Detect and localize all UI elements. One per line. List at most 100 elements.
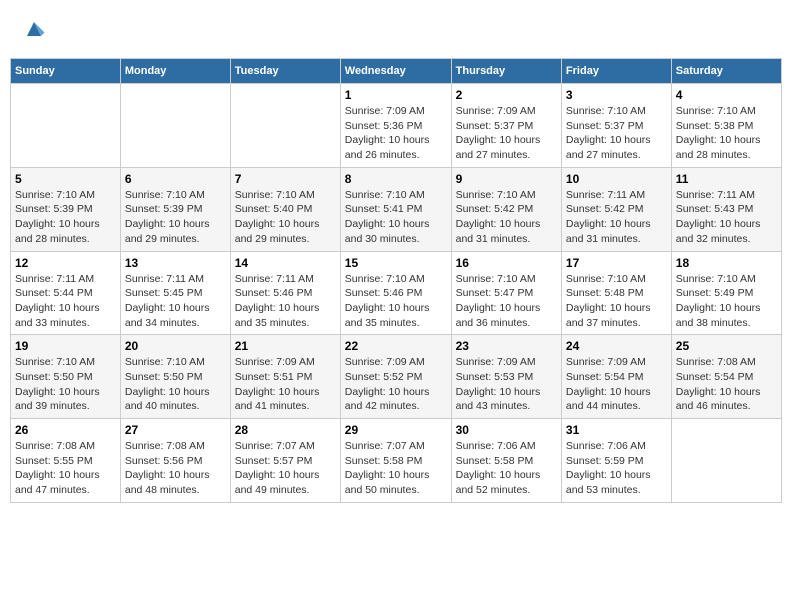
- day-number: 15: [345, 256, 447, 270]
- day-number: 26: [15, 423, 116, 437]
- calendar-cell: 21 Sunrise: 7:09 AM Sunset: 5:51 PM Dayli…: [230, 335, 340, 419]
- day-info: Sunrise: 7:09 AM Sunset: 5:54 PM Dayligh…: [566, 355, 667, 414]
- week-row-5: 26 Sunrise: 7:08 AM Sunset: 5:55 PM Dayli…: [11, 419, 782, 503]
- day-info: Sunrise: 7:09 AM Sunset: 5:51 PM Dayligh…: [235, 355, 336, 414]
- calendar-cell: 4 Sunrise: 7:10 AM Sunset: 5:38 PM Daylig…: [671, 84, 781, 168]
- day-info: Sunrise: 7:11 AM Sunset: 5:42 PM Dayligh…: [566, 188, 667, 247]
- day-number: 2: [456, 88, 557, 102]
- day-info: Sunrise: 7:10 AM Sunset: 5:39 PM Dayligh…: [125, 188, 226, 247]
- day-info: Sunrise: 7:06 AM Sunset: 5:58 PM Dayligh…: [456, 439, 557, 498]
- day-info: Sunrise: 7:11 AM Sunset: 5:46 PM Dayligh…: [235, 272, 336, 331]
- calendar-cell: 24 Sunrise: 7:09 AM Sunset: 5:54 PM Dayli…: [561, 335, 671, 419]
- day-number: 4: [676, 88, 777, 102]
- calendar-cell: 28 Sunrise: 7:07 AM Sunset: 5:57 PM Dayli…: [230, 419, 340, 503]
- calendar-cell: 17Sunrise: 7:10 AM Sunset: 5:48 PM Dayli…: [561, 251, 671, 335]
- calendar-cell: [671, 419, 781, 503]
- day-info: Sunrise: 7:07 AM Sunset: 5:57 PM Dayligh…: [235, 439, 336, 498]
- calendar-header-row: SundayMondayTuesdayWednesdayThursdayFrid…: [11, 59, 782, 84]
- day-info: Sunrise: 7:07 AM Sunset: 5:58 PM Dayligh…: [345, 439, 447, 498]
- day-number: 30: [456, 423, 557, 437]
- header-friday: Friday: [561, 59, 671, 84]
- day-number: 27: [125, 423, 226, 437]
- day-info: Sunrise: 7:10 AM Sunset: 5:41 PM Dayligh…: [345, 188, 447, 247]
- header-monday: Monday: [120, 59, 230, 84]
- day-number: 3: [566, 88, 667, 102]
- day-number: 12: [15, 256, 116, 270]
- day-info: Sunrise: 7:08 AM Sunset: 5:54 PM Dayligh…: [676, 355, 777, 414]
- logo: [20, 15, 52, 43]
- day-info: Sunrise: 7:10 AM Sunset: 5:49 PM Dayligh…: [676, 272, 777, 331]
- day-info: Sunrise: 7:10 AM Sunset: 5:47 PM Dayligh…: [456, 272, 557, 331]
- day-number: 16: [456, 256, 557, 270]
- calendar-cell: 30 Sunrise: 7:06 AM Sunset: 5:58 PM Dayli…: [451, 419, 561, 503]
- calendar-cell: 14 Sunrise: 7:11 AM Sunset: 5:46 PM Dayli…: [230, 251, 340, 335]
- calendar-cell: 18 Sunrise: 7:10 AM Sunset: 5:49 PM Dayli…: [671, 251, 781, 335]
- calendar-cell: [11, 84, 121, 168]
- calendar-cell: 11 Sunrise: 7:11 AM Sunset: 5:43 PM Dayli…: [671, 167, 781, 251]
- day-info: Sunrise: 7:09 AM Sunset: 5:52 PM Dayligh…: [345, 355, 447, 414]
- day-number: 21: [235, 339, 336, 353]
- calendar-cell: [230, 84, 340, 168]
- calendar-cell: 15 Sunrise: 7:10 AM Sunset: 5:46 PM Dayli…: [340, 251, 451, 335]
- day-number: 25: [676, 339, 777, 353]
- header-wednesday: Wednesday: [340, 59, 451, 84]
- day-number: 18: [676, 256, 777, 270]
- day-info: Sunrise: 7:08 AM Sunset: 5:55 PM Dayligh…: [15, 439, 116, 498]
- calendar-cell: 5Sunrise: 7:10 AM Sunset: 5:39 PM Daylig…: [11, 167, 121, 251]
- calendar-cell: 20Sunrise: 7:10 AM Sunset: 5:50 PM Dayli…: [120, 335, 230, 419]
- page-header: [10, 10, 782, 48]
- calendar-cell: 6 Sunrise: 7:10 AM Sunset: 5:39 PM Daylig…: [120, 167, 230, 251]
- calendar: SundayMondayTuesdayWednesdayThursdayFrid…: [10, 58, 782, 503]
- day-number: 11: [676, 172, 777, 186]
- day-info: Sunrise: 7:10 AM Sunset: 5:46 PM Dayligh…: [345, 272, 447, 331]
- day-number: 10: [566, 172, 667, 186]
- day-info: Sunrise: 7:10 AM Sunset: 5:48 PM Dayligh…: [566, 272, 667, 331]
- calendar-cell: 26 Sunrise: 7:08 AM Sunset: 5:55 PM Dayli…: [11, 419, 121, 503]
- day-number: 24: [566, 339, 667, 353]
- calendar-cell: 29 Sunrise: 7:07 AM Sunset: 5:58 PM Dayli…: [340, 419, 451, 503]
- day-number: 14: [235, 256, 336, 270]
- calendar-cell: 23Sunrise: 7:09 AM Sunset: 5:53 PM Dayli…: [451, 335, 561, 419]
- week-row-4: 19 Sunrise: 7:10 AM Sunset: 5:50 PM Dayli…: [11, 335, 782, 419]
- header-saturday: Saturday: [671, 59, 781, 84]
- calendar-cell: 31 Sunrise: 7:06 AM Sunset: 5:59 PM Dayli…: [561, 419, 671, 503]
- day-info: Sunrise: 7:11 AM Sunset: 5:44 PM Dayligh…: [15, 272, 116, 331]
- day-number: 19: [15, 339, 116, 353]
- day-info: Sunrise: 7:10 AM Sunset: 5:50 PM Dayligh…: [15, 355, 116, 414]
- logo-icon: [20, 15, 48, 43]
- header-sunday: Sunday: [11, 59, 121, 84]
- calendar-cell: 3Sunrise: 7:10 AM Sunset: 5:37 PM Daylig…: [561, 84, 671, 168]
- day-info: Sunrise: 7:10 AM Sunset: 5:38 PM Dayligh…: [676, 104, 777, 163]
- calendar-cell: 22Sunrise: 7:09 AM Sunset: 5:52 PM Dayli…: [340, 335, 451, 419]
- day-number: 28: [235, 423, 336, 437]
- day-info: Sunrise: 7:11 AM Sunset: 5:43 PM Dayligh…: [676, 188, 777, 247]
- header-thursday: Thursday: [451, 59, 561, 84]
- calendar-cell: 12 Sunrise: 7:11 AM Sunset: 5:44 PM Dayli…: [11, 251, 121, 335]
- calendar-cell: 9 Sunrise: 7:10 AM Sunset: 5:42 PM Daylig…: [451, 167, 561, 251]
- calendar-cell: 2Sunrise: 7:09 AM Sunset: 5:37 PM Daylig…: [451, 84, 561, 168]
- calendar-cell: 1 Sunrise: 7:09 AM Sunset: 5:36 PM Daylig…: [340, 84, 451, 168]
- day-number: 29: [345, 423, 447, 437]
- day-number: 1: [345, 88, 447, 102]
- week-row-2: 5 Sunrise: 7:10 AM Sunset: 5:39 PM Daylig…: [11, 167, 782, 251]
- day-number: 5: [15, 172, 116, 186]
- calendar-cell: 7Sunrise: 7:10 AM Sunset: 5:40 PM Daylig…: [230, 167, 340, 251]
- day-info: Sunrise: 7:10 AM Sunset: 5:40 PM Dayligh…: [235, 188, 336, 247]
- day-info: Sunrise: 7:10 AM Sunset: 5:42 PM Dayligh…: [456, 188, 557, 247]
- calendar-cell: 10 Sunrise: 7:11 AM Sunset: 5:42 PM Dayli…: [561, 167, 671, 251]
- day-number: 6: [125, 172, 226, 186]
- day-number: 13: [125, 256, 226, 270]
- day-info: Sunrise: 7:06 AM Sunset: 5:59 PM Dayligh…: [566, 439, 667, 498]
- day-number: 9: [456, 172, 557, 186]
- calendar-cell: 19 Sunrise: 7:10 AM Sunset: 5:50 PM Dayli…: [11, 335, 121, 419]
- day-info: Sunrise: 7:08 AM Sunset: 5:56 PM Dayligh…: [125, 439, 226, 498]
- day-info: Sunrise: 7:09 AM Sunset: 5:36 PM Dayligh…: [345, 104, 447, 163]
- calendar-cell: 27 Sunrise: 7:08 AM Sunset: 5:56 PM Dayli…: [120, 419, 230, 503]
- day-info: Sunrise: 7:10 AM Sunset: 5:50 PM Dayligh…: [125, 355, 226, 414]
- week-row-1: 1 Sunrise: 7:09 AM Sunset: 5:36 PM Daylig…: [11, 84, 782, 168]
- calendar-cell: [120, 84, 230, 168]
- calendar-cell: 25 Sunrise: 7:08 AM Sunset: 5:54 PM Dayli…: [671, 335, 781, 419]
- calendar-cell: 13Sunrise: 7:11 AM Sunset: 5:45 PM Dayli…: [120, 251, 230, 335]
- day-number: 31: [566, 423, 667, 437]
- header-tuesday: Tuesday: [230, 59, 340, 84]
